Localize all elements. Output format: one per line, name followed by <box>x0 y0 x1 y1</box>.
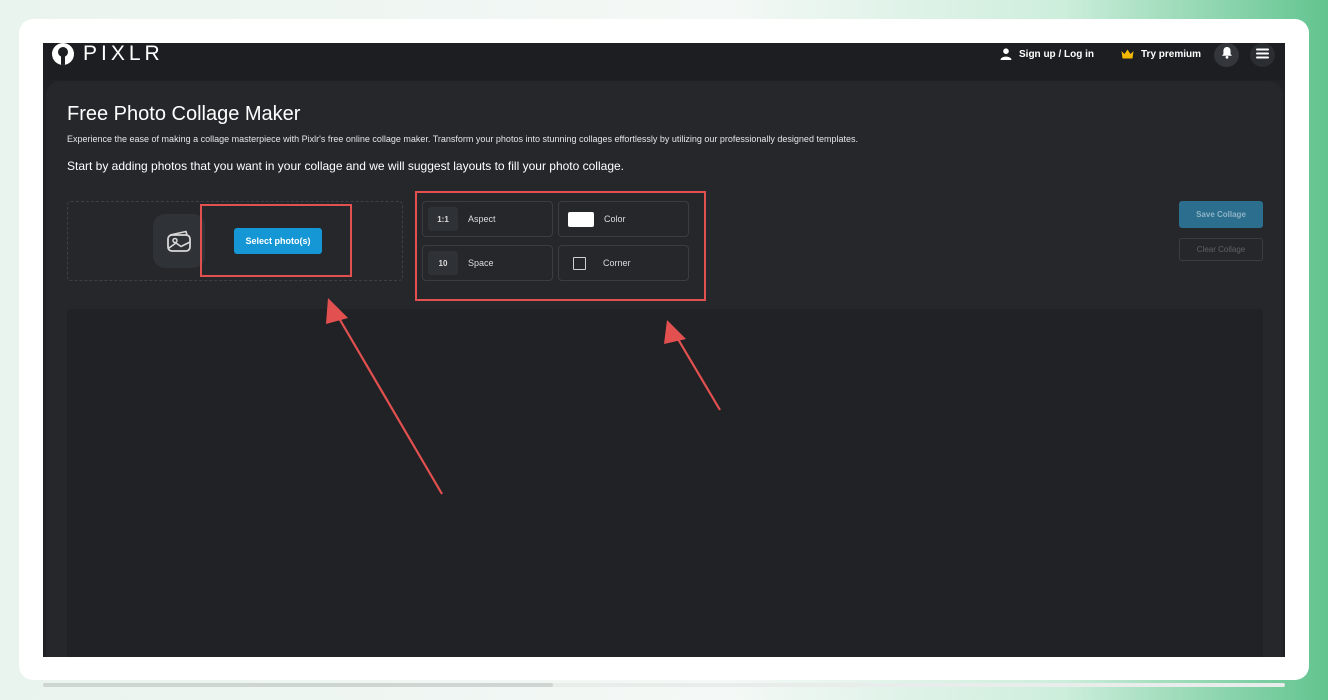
scrollbar-thumb[interactable] <box>43 683 553 687</box>
pixlr-logo[interactable]: PIXLR <box>52 43 164 65</box>
photo-dropzone[interactable]: Select photo(s) <box>67 201 403 281</box>
page-instructions: Start by adding photos that you want in … <box>67 159 624 173</box>
page-title: Free Photo Collage Maker <box>67 103 301 125</box>
signup-login-link[interactable]: Sign up / Log in <box>1000 43 1094 65</box>
space-value: 10 <box>428 251 458 275</box>
user-icon <box>1000 48 1012 60</box>
collage-maker-panel: Free Photo Collage Maker Experience the … <box>46 81 1283 657</box>
notifications-button[interactable] <box>1214 43 1239 67</box>
horizontal-scrollbar[interactable] <box>43 683 1285 687</box>
corner-square-icon <box>573 256 586 270</box>
save-collage-button[interactable]: Save Collage <box>1179 201 1263 228</box>
top-navigation-bar: PIXLR Sign up / Log in Try premium <box>43 43 1285 80</box>
image-upload-icon <box>153 214 205 268</box>
color-swatch <box>568 211 594 227</box>
signup-login-label: Sign up / Log in <box>1019 48 1094 60</box>
main-menu-button[interactable] <box>1250 43 1275 67</box>
aspect-option[interactable]: 1:1 Aspect <box>422 201 553 237</box>
collage-canvas[interactable] <box>67 309 1263 657</box>
hamburger-menu-icon <box>1256 46 1269 64</box>
bell-icon <box>1221 46 1233 64</box>
pixlr-logo-icon <box>52 43 74 65</box>
aspect-value: 1:1 <box>428 207 458 231</box>
space-label: Space <box>468 258 494 268</box>
try-premium-link[interactable]: Try premium <box>1121 43 1201 65</box>
aspect-label: Aspect <box>468 214 496 224</box>
app-screen: PIXLR Sign up / Log in Try premium Free … <box>43 43 1285 657</box>
try-premium-label: Try premium <box>1141 48 1202 60</box>
corner-label: Corner <box>603 258 631 268</box>
space-option[interactable]: 10 Space <box>422 245 553 281</box>
select-photos-button[interactable]: Select photo(s) <box>234 228 322 254</box>
brand-name: PIXLR <box>83 43 164 65</box>
corner-option[interactable]: Corner <box>558 245 689 281</box>
color-option[interactable]: Color <box>558 201 689 237</box>
crown-icon <box>1121 49 1134 59</box>
clear-collage-button[interactable]: Clear Collage <box>1179 238 1263 261</box>
page-description: Experience the ease of making a collage … <box>67 134 858 144</box>
color-label: Color <box>604 214 626 224</box>
